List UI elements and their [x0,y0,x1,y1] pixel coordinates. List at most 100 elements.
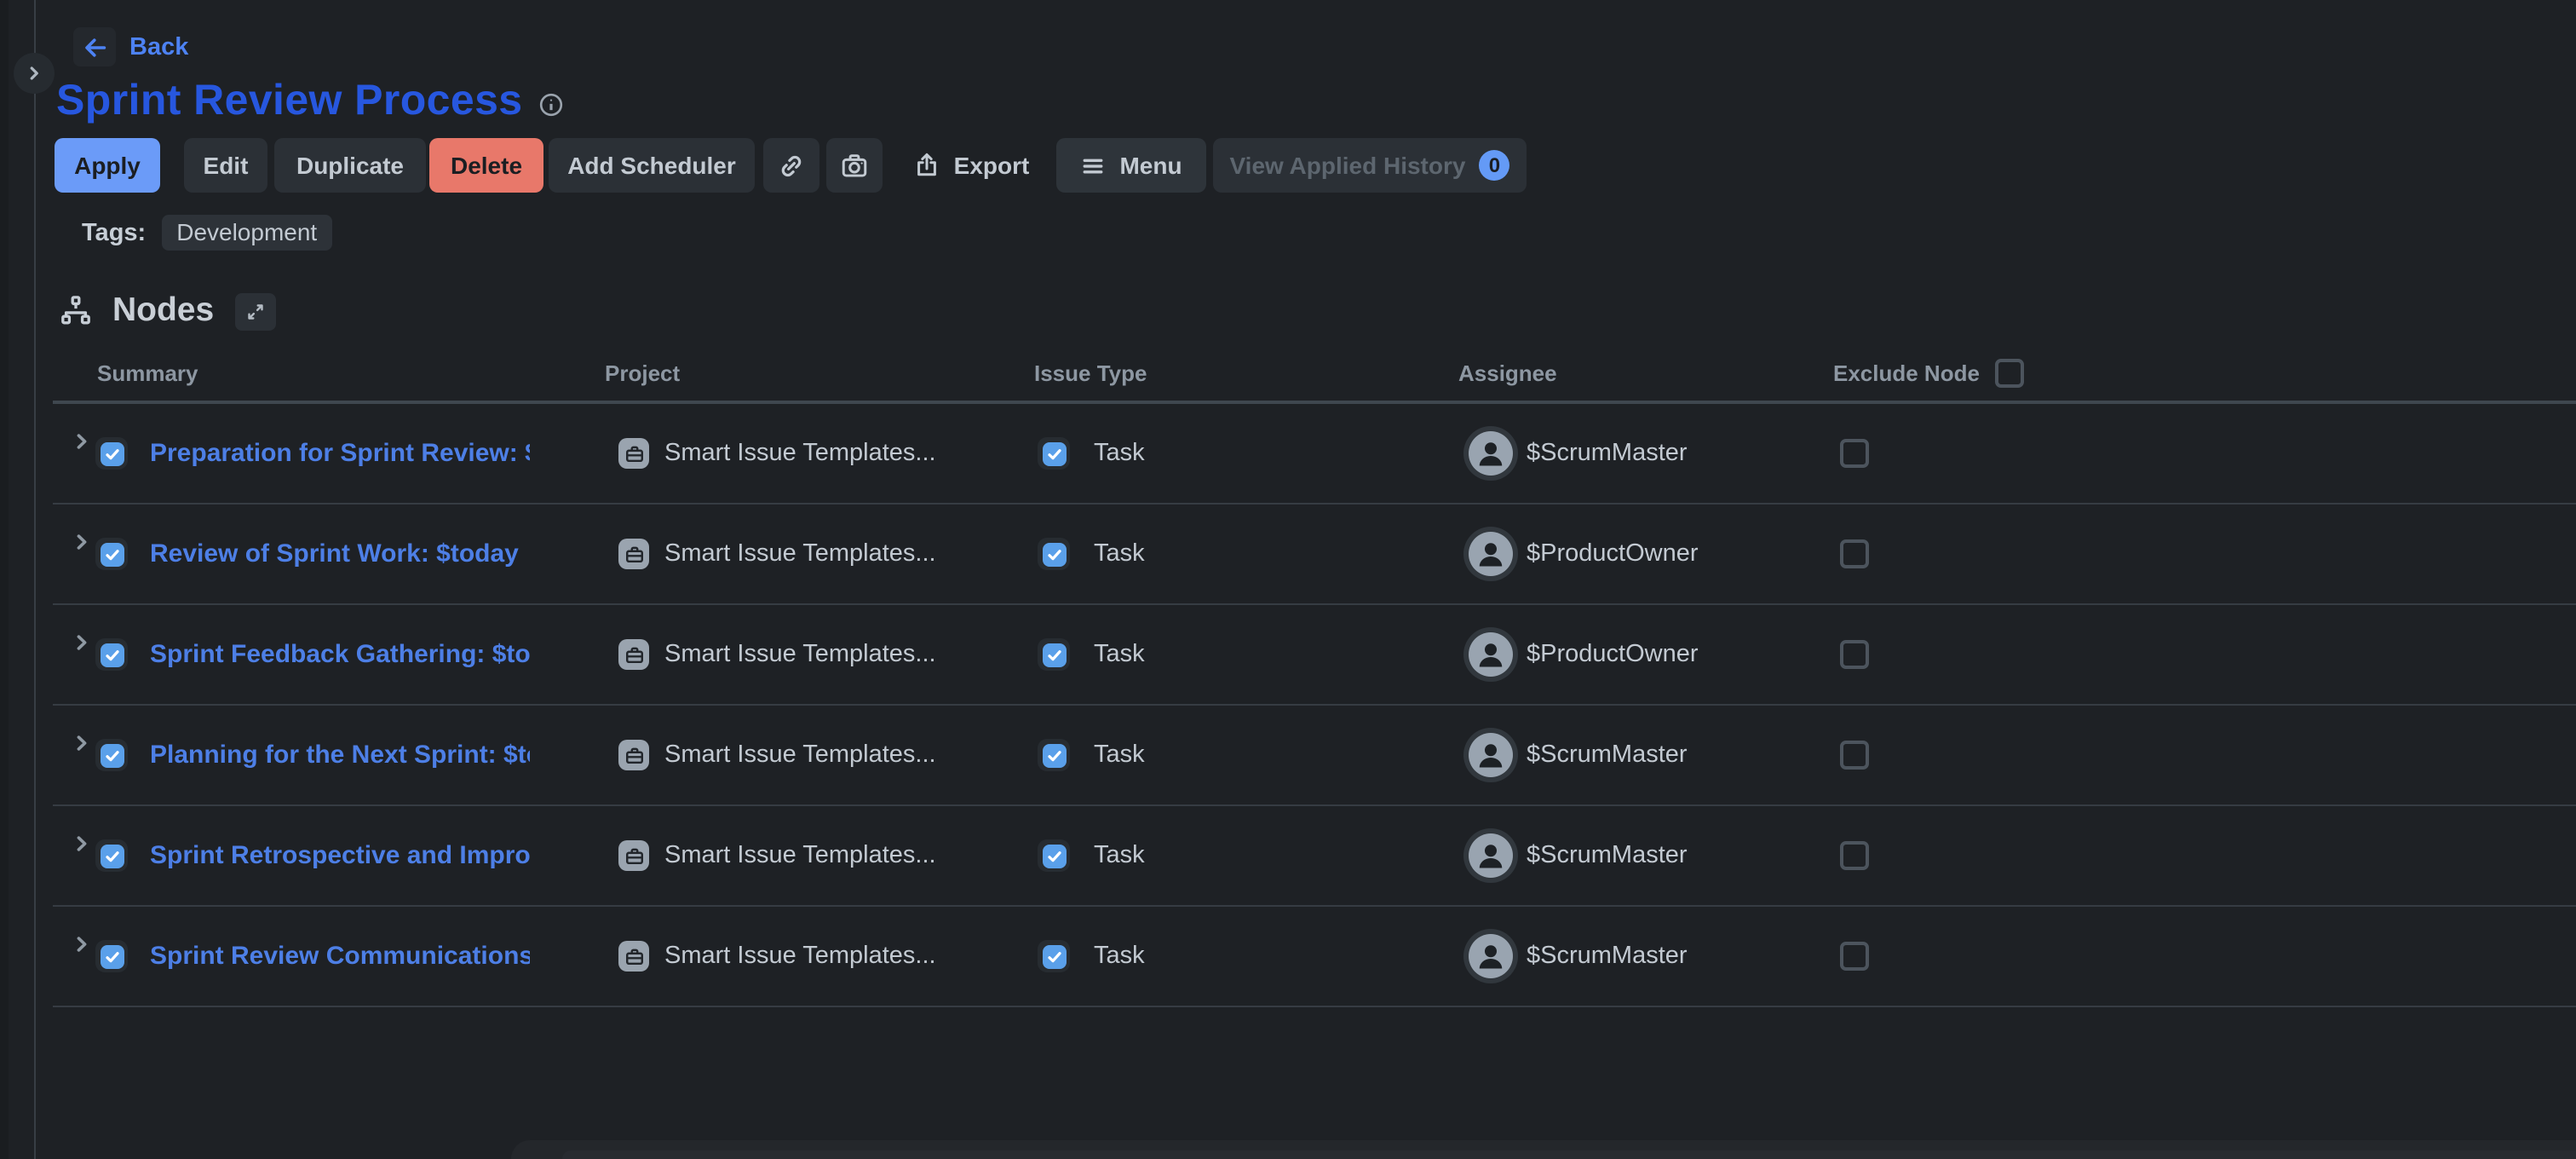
summary-link[interactable]: Planning for the Next Sprint: $today [150,741,530,770]
apply-button[interactable]: Apply [55,138,160,193]
issue-type-checkbox[interactable] [1038,940,1070,972]
menu-button[interactable]: Menu [1056,138,1206,193]
view-applied-history-label: View Applied History [1230,152,1466,179]
exclude-node-checkbox[interactable] [1840,741,1869,770]
duplicate-button[interactable]: Duplicate [274,138,426,193]
check-icon [103,948,120,965]
table-row: Sprint Feedback Gathering: $today Smart … [53,605,2576,706]
background-window-edge-inner [562,1150,2576,1159]
project-avatar-icon [618,639,649,670]
row-select-checkbox[interactable] [95,437,128,470]
issue-type-checkbox[interactable] [1038,638,1070,671]
project-name: Smart Issue Templates... [664,842,936,869]
summary-link[interactable]: Review of Sprint Work: $today [150,539,530,568]
hamburger-menu-icon [1080,153,1106,178]
back-navigation[interactable]: Back [73,27,188,66]
column-header-issue-type: Issue Type [1034,360,1147,386]
assignee-avatar-icon [1469,934,1513,978]
issue-type-checkbox[interactable] [1038,839,1070,872]
exclude-node-checkbox[interactable] [1840,640,1869,669]
issue-type-checkbox[interactable] [1038,739,1070,771]
add-scheduler-button[interactable]: Add Scheduler [549,138,755,193]
edit-button[interactable]: Edit [184,138,267,193]
row-select-checkbox[interactable] [95,538,128,570]
assignee-avatar-icon [1469,833,1513,878]
project-avatar-icon [618,840,649,871]
export-button[interactable]: Export [900,138,1043,193]
expand-diagonal-icon [244,301,265,321]
expand-row-chevron[interactable] [72,632,92,653]
assignee-avatar-icon [1469,431,1513,476]
project-name: Smart Issue Templates... [664,540,936,568]
assignee-name: $ProductOwner [1527,540,1699,568]
chevron-right-icon [72,632,92,653]
sidebar-expand-button[interactable] [14,53,55,94]
assignee-name: $ScrumMaster [1527,842,1688,869]
table-row: Preparation for Sprint Review: $today Sm… [53,404,2576,505]
expand-row-chevron[interactable] [72,934,92,954]
check-icon [103,445,120,462]
project-name: Smart Issue Templates... [664,440,936,467]
check-icon [1045,646,1062,663]
delete-button[interactable]: Delete [429,138,543,193]
table-row: Sprint Retrospective and Improvement Sma… [53,806,2576,907]
check-icon [1045,445,1062,462]
chevron-right-icon [72,833,92,854]
chevron-right-icon [26,65,43,82]
exclude-node-checkbox[interactable] [1840,439,1869,468]
issue-type-checkbox[interactable] [1038,437,1070,470]
project-avatar-icon [618,740,649,770]
summary-link[interactable]: Sprint Review Communications [150,942,530,971]
exclude-node-checkbox[interactable] [1840,539,1869,568]
row-select-checkbox[interactable] [95,839,128,872]
export-icon [913,152,940,179]
row-select-checkbox[interactable] [95,940,128,972]
issue-type-checkbox[interactable] [1038,538,1070,570]
table-header: Summary Project Issue Type Assignee Excl… [53,346,2576,401]
camera-icon [840,151,869,180]
copy-link-button[interactable] [763,138,819,193]
nodes-table-body: Preparation for Sprint Review: $today Sm… [53,404,2576,1007]
history-count-badge: 0 [1479,150,1509,181]
export-label: Export [954,152,1030,179]
tag-chip: Development [161,215,332,251]
check-icon [103,545,120,562]
assignee-name: $ScrumMaster [1527,741,1688,769]
title-row: Sprint Review Process [56,77,564,126]
check-icon [1045,747,1062,764]
view-applied-history-button[interactable]: View Applied History 0 [1213,138,1527,193]
table-row: Review of Sprint Work: $today Smart Issu… [53,505,2576,605]
page-title: Sprint Review Process [56,77,523,126]
column-header-assignee: Assignee [1458,360,1557,386]
column-header-exclude-node: Exclude Node [1833,359,2024,388]
assignee-avatar-icon [1469,632,1513,677]
chevron-right-icon [72,733,92,753]
column-header-summary: Summary [97,360,198,386]
nodes-table: Summary Project Issue Type Assignee Excl… [53,346,2576,1007]
exclude-node-checkbox[interactable] [1840,942,1869,971]
expand-row-chevron[interactable] [72,733,92,753]
project-name: Smart Issue Templates... [664,741,936,769]
expand-row-chevron[interactable] [72,833,92,854]
summary-link[interactable]: Preparation for Sprint Review: $today [150,439,530,468]
table-row: Planning for the Next Sprint: $today Sma… [53,706,2576,806]
snapshot-button[interactable] [826,138,883,193]
back-arrow-icon[interactable] [73,27,116,66]
nodes-section-title: Nodes [112,291,214,331]
expand-row-chevron[interactable] [72,431,92,452]
row-select-checkbox[interactable] [95,739,128,771]
summary-link[interactable]: Sprint Feedback Gathering: $today [150,640,530,669]
issue-type-label: Task [1094,741,1145,769]
assignee-name: $ScrumMaster [1527,440,1688,467]
exclude-all-checkbox[interactable] [1995,359,2024,388]
chevron-right-icon [72,431,92,452]
row-select-checkbox[interactable] [95,638,128,671]
info-icon[interactable] [538,91,564,117]
check-icon [103,646,120,663]
menu-label: Menu [1119,152,1182,179]
summary-link[interactable]: Sprint Retrospective and Improvement [150,841,530,870]
back-link[interactable]: Back [129,33,188,61]
exclude-node-checkbox[interactable] [1840,841,1869,870]
expand-row-chevron[interactable] [72,532,92,552]
expand-nodes-button[interactable] [234,292,275,330]
